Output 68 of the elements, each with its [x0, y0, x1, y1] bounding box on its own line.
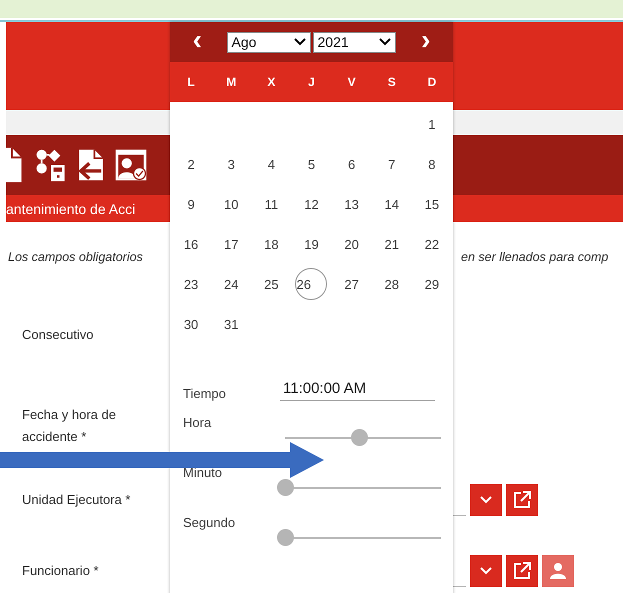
calendar-day[interactable]: 27 [336, 268, 368, 300]
calendar-day[interactable]: 23 [175, 268, 208, 300]
calendar-day[interactable]: 24 [215, 268, 248, 300]
previous-month-button[interactable]: ‹ [170, 25, 225, 59]
chevron-down-icon [294, 38, 306, 46]
notice-text: Los campos obligatorios [8, 250, 144, 266]
calendar-day[interactable]: 3 [215, 148, 248, 180]
calendar-day[interactable]: 6 [336, 148, 368, 180]
calendar-day[interactable]: 20 [336, 228, 368, 260]
calendar-day[interactable]: 2 [175, 148, 208, 180]
page-title: antenimiento de Acci [6, 200, 136, 216]
calendar-day[interactable]: 30 [175, 308, 208, 340]
calendar-day[interactable]: 29 [416, 268, 448, 300]
calendar-day[interactable]: 19 [295, 228, 328, 260]
dropdown-button[interactable] [470, 554, 502, 586]
weekday-label: V [346, 75, 357, 89]
month-select[interactable]: Ago [226, 32, 310, 52]
chevron-down-icon [480, 566, 492, 574]
slider-thumb[interactable] [350, 429, 368, 446]
open-button[interactable] [506, 554, 538, 586]
slider-thumb[interactable] [277, 529, 294, 546]
open-button[interactable] [506, 484, 538, 516]
calendar-day[interactable]: 5 [295, 148, 328, 180]
calendar-day[interactable]: 25 [255, 268, 288, 300]
weekday-label: X [266, 75, 276, 89]
calendar-day[interactable]: 26 [295, 268, 328, 300]
field-label: Consecutivo [21, 326, 95, 344]
calendar-day[interactable]: 11 [255, 188, 288, 220]
chevron-down-icon [379, 38, 392, 46]
calendar-day[interactable]: 10 [215, 188, 248, 220]
weekday-label: S [386, 75, 397, 89]
field-label: Unidad Ejecutora * [21, 491, 132, 509]
calendar-day[interactable]: 28 [376, 268, 408, 300]
weekday-label: D [426, 75, 438, 89]
calendar-day[interactable]: 13 [336, 188, 368, 220]
slider-thumb[interactable] [277, 479, 294, 496]
calendar-day[interactable]: 17 [215, 228, 248, 260]
calendar-day[interactable]: 4 [255, 148, 288, 180]
field-label: Funcionario * [21, 562, 100, 580]
slider-label: Segundo [183, 514, 236, 530]
weekday-label: L [186, 75, 196, 89]
time-label: Tiempo [183, 386, 227, 401]
notice-text: en ser llenados para comp [461, 250, 610, 266]
calendar-day[interactable]: 22 [416, 228, 448, 260]
calendar-day[interactable]: 18 [255, 228, 288, 260]
weekday-label: M [225, 75, 238, 89]
external-link-icon [513, 491, 531, 509]
slider-label: Minuto [183, 464, 224, 480]
field-label: Fecha y hora de accidente * [21, 406, 117, 446]
external-link-icon [513, 562, 531, 580]
calendar-day[interactable]: 7 [376, 148, 408, 180]
calendar-day[interactable]: 14 [376, 188, 408, 220]
calendar-day[interactable]: 31 [215, 308, 248, 340]
year-select[interactable]: 2021 [312, 32, 396, 52]
calendar-day[interactable]: 12 [295, 188, 328, 220]
time-field[interactable]: 11:00:00 AM [280, 380, 435, 401]
calendar-day[interactable]: 16 [175, 228, 208, 260]
calendar-day[interactable]: 9 [175, 188, 208, 220]
weekday-label: J [307, 75, 316, 89]
chevron-down-icon [480, 496, 492, 504]
calendar-day[interactable]: 8 [416, 148, 448, 180]
dropdown-button[interactable] [470, 484, 502, 516]
calendar-day[interactable]: 1 [416, 108, 448, 140]
calendar-day[interactable]: 21 [376, 228, 408, 260]
calendar-day[interactable]: 15 [416, 188, 448, 220]
person-icon [549, 562, 567, 580]
slider-label: Hora [183, 414, 212, 430]
next-month-button[interactable]: › [398, 25, 453, 59]
